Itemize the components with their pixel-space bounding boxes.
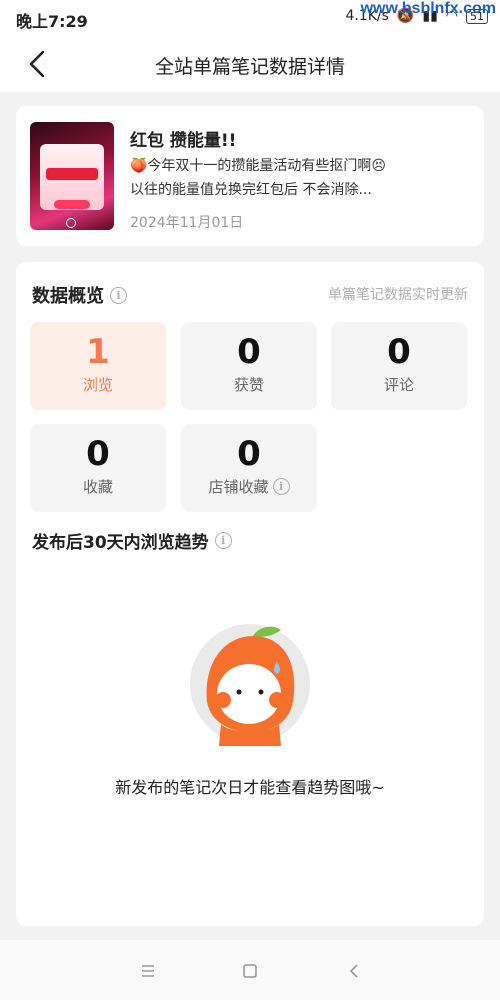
realtime-note: 单篇笔记数据实时更新 [328,287,468,303]
stat-views[interactable]: 1 浏览 [30,322,166,410]
info-icon[interactable]: i [214,532,232,549]
stat-value: 0 [237,332,261,372]
stat-favorites[interactable]: 0 收藏 [30,424,166,512]
stat-shop-favorites[interactable]: 0 店铺收藏 i [181,424,317,512]
stat-comments[interactable]: 0 评论 [331,322,467,410]
stat-value: 0 [86,434,110,474]
stat-label: 店铺收藏 i [181,476,317,497]
status-time: 晚上7:29 [16,12,88,31]
note-description: 🍑今年双十一的攒能量活动有些抠门啊😣 以往的能量值兑换完红包后 不会消除... [130,154,470,202]
trend-title: 发布后30天内浏览趋势 [32,533,209,553]
back-nav-icon[interactable] [343,960,365,982]
trend-header: 发布后30天内浏览趋势 i [32,528,232,553]
page-title: 全站单篇笔记数据详情 [154,56,345,78]
note-desc-line-1: 🍑今年双十一的攒能量活动有些抠门啊😣 [130,158,387,174]
note-date: 2024年11月01日 [130,215,244,231]
data-card: 数据概览 i 单篇笔记数据实时更新 1 浏览 0 获赞 0 评论 0 收藏 0 … [16,262,484,926]
info-icon[interactable]: i [272,478,290,495]
stat-value: 0 [237,434,261,474]
overview-header: 数据概览 i [32,282,127,308]
thumbnail-button [54,200,90,209]
note-desc-line-2: 以往的能量值兑换完红包后 不会消除... [130,182,372,198]
stat-value: 1 [86,332,110,372]
note-thumbnail [30,122,114,230]
empty-trend-message: 新发布的笔记次日才能查看趋势图哦~ [115,778,385,797]
system-nav-bar [0,940,500,1000]
stat-value: 0 [387,332,411,372]
stat-label: 获赞 [233,376,264,394]
info-icon[interactable]: i [110,286,127,304]
empty-mascot-illustration [190,624,310,746]
note-card[interactable]: 红包 攒能量!! 🍑今年双十一的攒能量活动有些抠门啊😣 以往的能量值兑换完红包后… [16,106,484,246]
watermark: www.bsblnfx.com [360,0,496,17]
stat-likes[interactable]: 0 获赞 [181,322,317,410]
menu-icon[interactable] [137,960,159,982]
stat-label: 收藏 [82,478,113,496]
stat-label: 评论 [383,376,414,394]
overview-title: 数据概览 [32,286,104,307]
home-icon[interactable] [239,960,261,982]
note-title: 红包 攒能量!! [130,131,237,151]
stat-label: 浏览 [82,376,113,394]
header: 全站单篇笔记数据详情 [0,36,500,92]
status-bar: 晚上7:29 4.1K/s 🔕 ▮▮ ◠ 51 www.bsblnfx.com [0,0,500,36]
thumbnail-close-icon [66,218,76,228]
thumbnail-banner [46,168,98,180]
